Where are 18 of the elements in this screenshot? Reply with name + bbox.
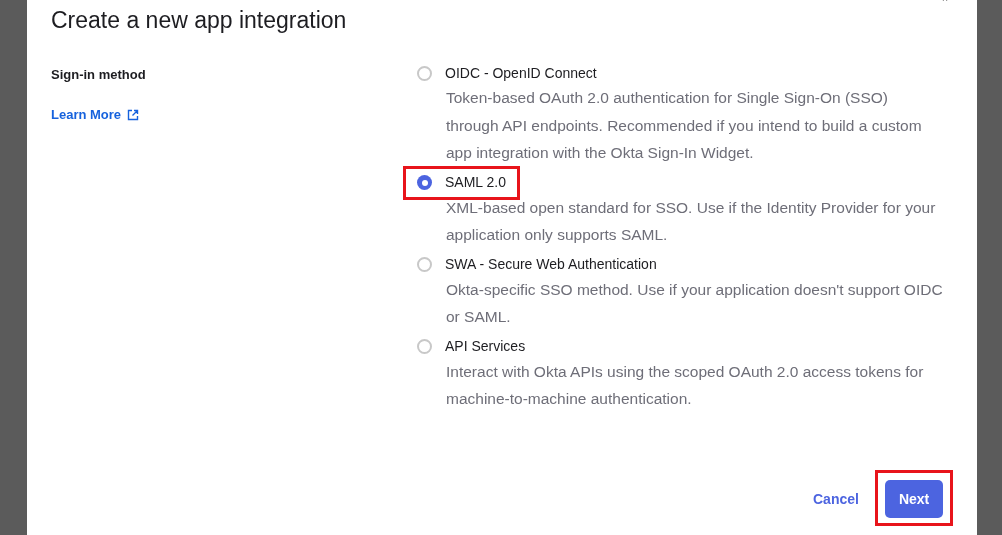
option-label[interactable]: OIDC - OpenID Connect — [445, 62, 597, 84]
radio-button[interactable] — [417, 257, 432, 272]
option-label[interactable]: SAML 2.0 — [445, 172, 506, 193]
radio-button[interactable] — [417, 65, 432, 81]
option-description: Okta-specific SSO method. Use if your application doesn't support OIDC or SAML. — [445, 279, 944, 327]
dialog-title: Create a new app integration — [51, 6, 348, 35]
radio-button[interactable] — [417, 339, 432, 354]
external-link-icon — [127, 108, 140, 121]
option-description: Token-based OAuth 2.0 authentication for Single Sign-On (SSO) through API endpoints. Recommended if you intend to build a custom app integration with the Okta Sign-In Widget. — [445, 88, 923, 163]
option-label[interactable]: API Services — [445, 336, 526, 357]
section-label: Sign-in method — [51, 66, 146, 84]
option-description: Interact with Okta APIs using the scoped OAuth 2.0 access tokens for machine-to-machine authentication. — [445, 361, 925, 409]
learn-more-link[interactable]: Learn More — [51, 105, 140, 125]
cancel-button[interactable]: Cancel — [807, 480, 865, 518]
option-label[interactable]: SWA - Secure Web Authentication — [445, 254, 657, 275]
option-description: XML-based open standard for SSO. Use if the Identity Provider for your application only supports SAML. — [445, 197, 937, 245]
radio-button[interactable] — [417, 175, 432, 190]
next-button[interactable]: Next — [884, 480, 944, 518]
